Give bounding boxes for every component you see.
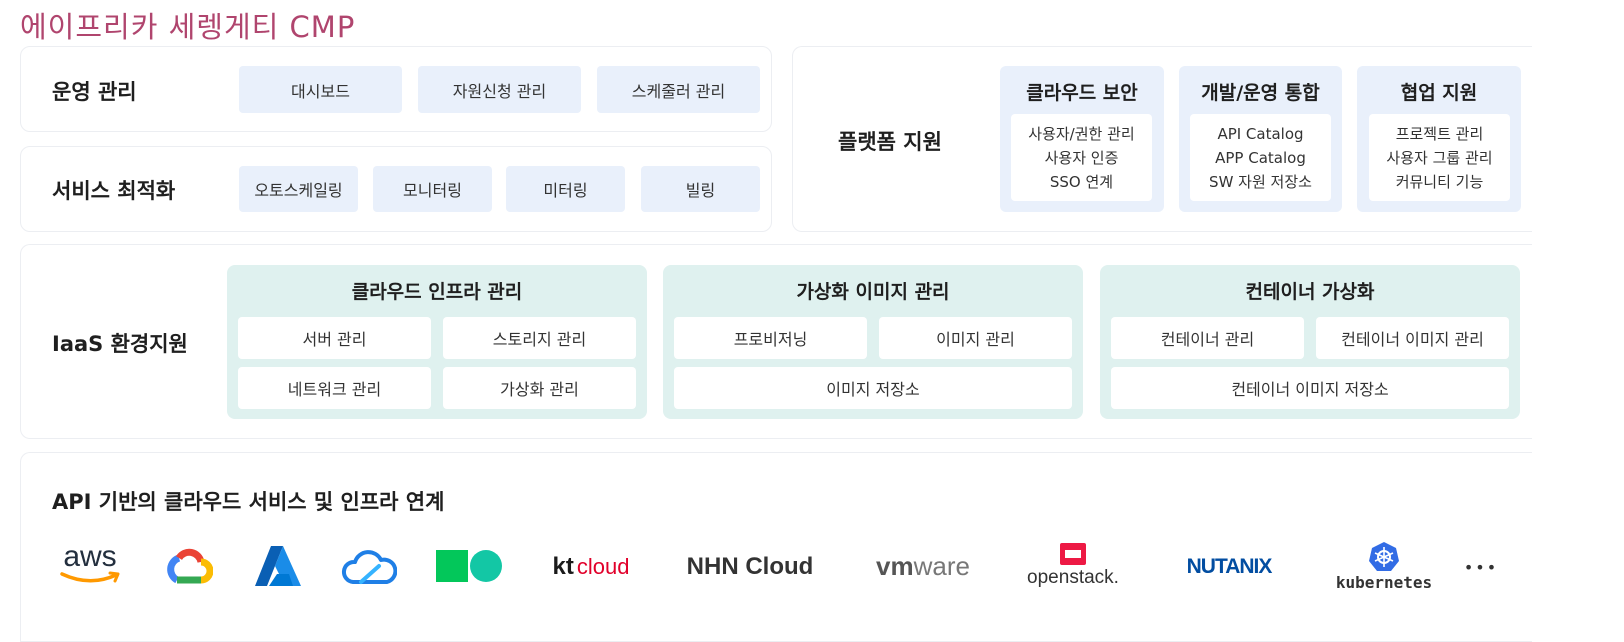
security-items: 사용자/권한 관리 사용자 인증 SSO 연계 [1011,114,1152,201]
platform-label: 플랫폼 지원 [838,130,942,154]
openstack-wordmark: openstack. [1027,567,1119,588]
collaboration-item-1: 프로젝트 관리 [1395,124,1484,143]
dashboard-item[interactable]: 대시보드 [239,66,402,113]
image-repository[interactable]: 이미지 저장소 [674,367,1072,409]
image-group-title: 가상화 이미지 관리 [796,281,950,303]
kubernetes-icon [1369,542,1399,571]
security-item-3: SSO 연계 [1049,172,1114,191]
container-group-title: 컨테이너 가상화 [1245,281,1375,303]
page-title: 에이프리카 세렝게티 CMP [20,10,356,44]
api-section-title: API 기반의 클라우드 서비스 및 인프라 연계 [52,490,445,514]
nutanix-logo: NUTANIX [1164,550,1294,584]
billing-item[interactable]: 빌링 [641,166,760,212]
nhn-cloud-logo: NHN Cloud [670,549,830,585]
collaboration-items: 프로젝트 관리 사용자 그룹 관리 커뮤니티 기능 [1369,114,1510,201]
more-icon[interactable]: ••• [1456,552,1506,582]
tencent-cloud-icon [340,547,398,587]
azure-icon [252,543,304,589]
devops-item-3: SW 자원 저장소 [1209,172,1312,191]
virtualization-management[interactable]: 가상화 관리 [443,367,636,409]
vmware-logo: vm ware [864,548,982,584]
resource-request-item[interactable]: 자원신청 관리 [418,66,581,113]
server-management[interactable]: 서버 관리 [238,317,431,359]
kubernetes-logo: kubernetes [1328,540,1440,594]
monitoring-item[interactable]: 모니터링 [373,166,492,212]
aws-smile-icon [60,571,120,583]
collaboration-item-2: 사용자 그룹 관리 [1386,148,1493,167]
openstack-icon [1060,543,1086,565]
security-group-title: 클라우드 보안 [1026,82,1138,104]
devops-item-2: APP Catalog [1215,148,1306,167]
kt-cloud-wordmark: cloud [576,554,630,579]
aws-logo: aws [52,538,128,590]
kubernetes-wordmark: kubernetes [1335,573,1433,592]
container-management[interactable]: 컨테이너 관리 [1111,317,1304,359]
nutanix-wordmark: NUTANIX [1186,555,1273,578]
openstack-logo: openstack. [1014,540,1132,592]
kt-cloud-logo: kt cloud [546,549,636,585]
devops-items: API Catalog APP Catalog SW 자원 저장소 [1190,114,1331,201]
collaboration-item-3: 커뮤니티 기능 [1395,172,1484,191]
aws-wordmark: aws [63,540,117,573]
nhn-cloud-wordmark: NHN Cloud [686,553,814,580]
naver-cloud-icon [434,549,506,583]
vmware-bold: vm [876,550,914,581]
container-image-management[interactable]: 컨테이너 이미지 관리 [1316,317,1509,359]
api-panel [20,452,1532,642]
storage-management[interactable]: 스토리지 관리 [443,317,636,359]
kt-wordmark: kt [552,553,574,580]
vmware-light: ware [913,550,970,581]
scheduler-item[interactable]: 스케줄러 관리 [597,66,760,113]
provisioning[interactable]: 프로비저닝 [674,317,867,359]
optimization-label: 서비스 최적화 [52,179,176,203]
network-management[interactable]: 네트워크 관리 [238,367,431,409]
devops-group-title: 개발/운영 통합 [1201,82,1320,104]
iaas-label: IaaS 환경지원 [52,332,188,356]
security-item-1: 사용자/권한 관리 [1028,124,1135,143]
operations-label: 운영 관리 [52,80,137,104]
image-management[interactable]: 이미지 관리 [879,317,1072,359]
devops-item-1: API Catalog [1217,124,1304,143]
autoscaling-item[interactable]: 오토스케일링 [239,166,358,212]
container-image-repository[interactable]: 컨테이너 이미지 저장소 [1111,367,1509,409]
collaboration-group-title: 협업 지원 [1400,82,1478,104]
infra-group-title: 클라우드 인프라 관리 [351,281,523,303]
metering-item[interactable]: 미터링 [506,166,625,212]
google-cloud-icon [162,545,214,587]
security-item-2: 사용자 인증 [1044,148,1119,167]
